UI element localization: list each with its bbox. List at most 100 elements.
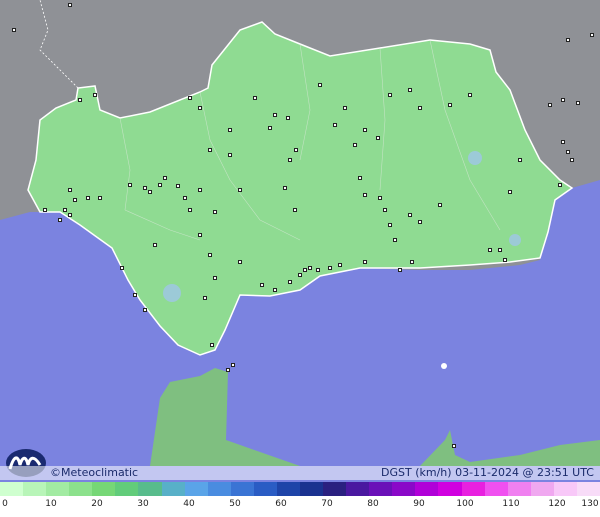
station-marker: [73, 198, 77, 202]
scale-tick-label: 120: [548, 499, 566, 509]
station-marker: [376, 136, 380, 140]
station-marker: [86, 196, 90, 200]
station-marker: [398, 268, 402, 272]
gust-spot: [163, 284, 181, 302]
station-marker: [410, 260, 414, 264]
station-marker: [78, 98, 82, 102]
scale-tick-label: 80: [367, 499, 379, 509]
station-marker: [188, 96, 192, 100]
station-marker: [383, 208, 387, 212]
scale-swatch: [253, 482, 277, 496]
station-marker: [363, 193, 367, 197]
station-marker: [98, 196, 102, 200]
station-marker: [293, 208, 297, 212]
scale-swatch: [438, 482, 462, 496]
station-marker: [68, 3, 72, 7]
station-marker: [133, 293, 137, 297]
station-marker: [298, 273, 302, 277]
station-marker: [198, 188, 202, 192]
station-marker: [561, 140, 565, 144]
station-marker: [343, 106, 347, 110]
station-marker: [338, 263, 342, 267]
station-marker: [570, 158, 574, 162]
scale-swatch: [369, 482, 393, 496]
station-marker: [176, 184, 180, 188]
scale-swatch: [530, 482, 554, 496]
station-marker: [358, 176, 362, 180]
scale-swatch: [138, 482, 162, 496]
station-marker: [363, 260, 367, 264]
station-marker: [503, 258, 507, 262]
map-footer: ©Meteoclimatic DGST (km/h) 03-11-2024 @ …: [0, 466, 600, 480]
scale-tick-label: 90: [413, 499, 425, 509]
station-marker: [231, 363, 235, 367]
station-marker: [316, 268, 320, 272]
station-marker: [518, 158, 522, 162]
wind-gust-map: [0, 0, 600, 466]
color-scale-bar: [0, 482, 600, 496]
scale-tick-label: 70: [321, 499, 333, 509]
scale-tick-label: 40: [183, 499, 195, 509]
scale-swatch: [46, 482, 70, 496]
scale-tick-label: 50: [229, 499, 241, 509]
scale-swatch: [69, 482, 93, 496]
scale-swatch: [507, 482, 531, 496]
scale-swatch: [323, 482, 347, 496]
station-marker: [213, 210, 217, 214]
station-marker: [303, 268, 307, 272]
scale-swatch: [461, 482, 485, 496]
station-marker: [68, 188, 72, 192]
scale-swatch: [484, 482, 508, 496]
scale-tick-label: 100: [456, 499, 474, 509]
station-marker: [561, 98, 565, 102]
station-marker: [63, 208, 67, 212]
station-marker: [328, 266, 332, 270]
scale-swatch: [23, 482, 47, 496]
station-marker: [148, 190, 152, 194]
station-marker: [333, 123, 337, 127]
scale-tick-label: 10: [45, 499, 57, 509]
station-marker: [208, 148, 212, 152]
station-marker: [12, 28, 16, 32]
scale-tick-label: 60: [275, 499, 287, 509]
station-marker: [408, 213, 412, 217]
station-marker: [286, 116, 290, 120]
station-marker: [566, 38, 570, 42]
station-marker: [43, 208, 47, 212]
timestamp-text: DGST (km/h) 03-11-2024 @ 23:51 UTC: [381, 466, 594, 479]
station-marker: [393, 238, 397, 242]
station-marker: [260, 283, 264, 287]
station-marker: [213, 276, 217, 280]
station-marker: [183, 196, 187, 200]
station-marker: [452, 444, 456, 448]
scale-swatch: [553, 482, 577, 496]
station-marker: [128, 183, 132, 187]
station-marker: [590, 33, 594, 37]
station-marker: [228, 153, 232, 157]
station-marker: [468, 93, 472, 97]
scale-tick-label: 110: [502, 499, 520, 509]
station-marker: [228, 128, 232, 132]
scale-tick-label: 30: [137, 499, 149, 509]
scale-swatch: [0, 482, 24, 496]
station-marker: [273, 288, 277, 292]
scale-tick-label: 130: [581, 499, 599, 509]
color-scale-legend: 0 10 20 30 40 50 60 70 80 90 100 110 120 130: [0, 482, 600, 517]
station-marker: [318, 83, 322, 87]
station-marker: [288, 158, 292, 162]
station-marker: [163, 176, 167, 180]
station-marker: [143, 186, 147, 190]
station-marker: [408, 88, 412, 92]
island-dot: [441, 363, 447, 369]
credit-text: ©Meteoclimatic: [50, 466, 139, 479]
station-marker: [58, 218, 62, 222]
scale-swatch: [207, 482, 231, 496]
station-marker: [268, 126, 272, 130]
gust-spot: [509, 234, 521, 246]
station-marker: [283, 186, 287, 190]
station-marker: [566, 150, 570, 154]
station-marker: [548, 103, 552, 107]
station-marker: [288, 280, 292, 284]
station-marker: [448, 103, 452, 107]
scale-swatch: [576, 482, 600, 496]
